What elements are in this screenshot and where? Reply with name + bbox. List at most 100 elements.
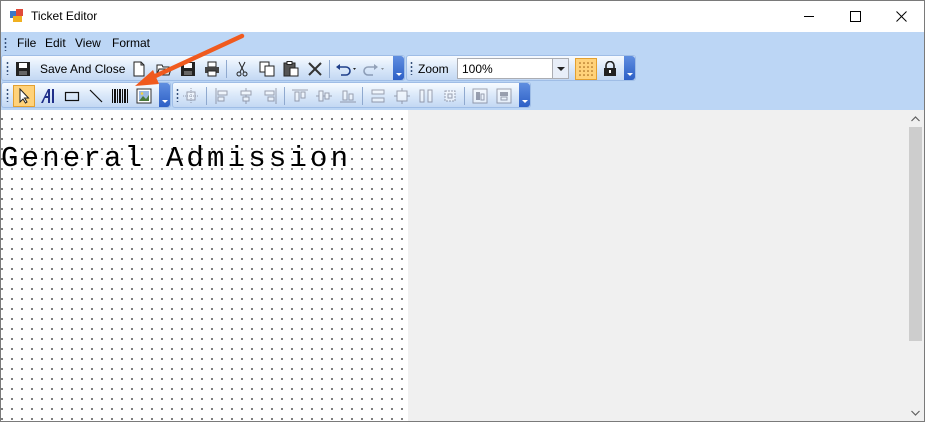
rectangle-icon — [64, 91, 80, 102]
make-same-height-button[interactable] — [416, 86, 436, 106]
toolbar-separator — [464, 87, 465, 105]
save-and-close-label[interactable]: Save And Close — [40, 62, 125, 76]
maximize-button[interactable] — [832, 1, 878, 32]
align-to-grid-button[interactable] — [181, 86, 201, 106]
scroll-thumb[interactable] — [909, 127, 922, 341]
scroll-up-button[interactable] — [907, 110, 924, 127]
cut-button[interactable] — [232, 59, 252, 79]
cut-icon — [236, 61, 248, 77]
chevron-up-icon — [911, 115, 920, 121]
toolstrip-panel: File Edit View Format Save And Close Zoo… — [1, 32, 924, 110]
toolbar-grip[interactable] — [410, 61, 413, 75]
menu-file[interactable]: File — [17, 36, 36, 50]
make-same-height-icon — [419, 89, 433, 103]
menu-edit[interactable]: Edit — [45, 36, 66, 50]
toolbar-overflow-button[interactable] — [519, 83, 530, 107]
send-to-back-icon — [496, 88, 512, 104]
bring-to-front-button[interactable] — [470, 86, 490, 106]
scroll-down-button[interactable] — [907, 404, 924, 421]
image-icon — [136, 88, 152, 104]
paste-icon — [283, 61, 299, 77]
toolbar-separator — [362, 87, 363, 105]
align-middle-icon — [316, 90, 332, 102]
close-icon — [895, 11, 907, 22]
design-surface-area: General Admission — [1, 110, 907, 421]
bring-to-front-icon — [472, 88, 488, 104]
menu-view[interactable]: View — [75, 36, 101, 50]
pointer-tool-button[interactable] — [13, 85, 35, 107]
text-icon — [41, 89, 54, 103]
delete-icon — [308, 62, 322, 76]
redo-icon — [363, 64, 384, 76]
align-middle-button[interactable] — [314, 86, 334, 106]
barcode-icon — [112, 89, 128, 103]
align-left-icon — [215, 88, 228, 104]
save-icon — [16, 62, 30, 76]
toolbar-grip[interactable] — [6, 88, 9, 102]
toolbar-separator — [284, 87, 285, 105]
align-left-button[interactable] — [212, 86, 232, 106]
barcode-tool-button[interactable] — [110, 86, 130, 106]
pointer-icon — [19, 88, 30, 104]
text-tool-button[interactable] — [38, 86, 58, 106]
line-tool-button[interactable] — [86, 86, 106, 106]
vertical-scrollbar[interactable] — [907, 110, 924, 421]
toolbar-grip[interactable] — [6, 61, 9, 75]
align-right-button[interactable] — [260, 86, 280, 106]
save-button[interactable] — [178, 59, 198, 79]
align-top-button[interactable] — [290, 86, 310, 106]
app-icon — [10, 9, 24, 23]
open-icon — [156, 64, 172, 76]
toolbar-overflow-button[interactable] — [159, 83, 170, 107]
ticket-text-element[interactable]: General Admission — [1, 142, 351, 175]
ticket-canvas[interactable]: General Admission — [1, 110, 408, 421]
align-top-icon — [292, 89, 308, 102]
paste-button[interactable] — [281, 59, 301, 79]
standard-toolbar: Save And Close — [1, 55, 405, 81]
chevron-down-icon — [911, 410, 920, 416]
new-button[interactable] — [129, 59, 149, 79]
undo-icon — [336, 64, 356, 76]
maximize-icon — [849, 11, 861, 22]
copy-button[interactable] — [257, 59, 277, 79]
save-icon — [181, 62, 195, 76]
delete-button[interactable] — [305, 59, 325, 79]
toolbar-overflow-button[interactable] — [393, 56, 404, 80]
zoom-combobox[interactable]: 100% — [457, 58, 569, 79]
minimize-button[interactable] — [786, 1, 832, 32]
align-center-icon — [240, 88, 252, 104]
align-right-icon — [264, 88, 277, 104]
size-to-grid-button[interactable] — [440, 86, 460, 106]
toolbar-grip[interactable] — [176, 88, 179, 102]
undo-button[interactable] — [334, 59, 360, 79]
save-and-close-button[interactable] — [13, 59, 33, 79]
make-same-width-button[interactable] — [368, 86, 388, 106]
chevron-down-icon[interactable] — [552, 59, 568, 78]
redo-button[interactable] — [362, 59, 388, 79]
toolbar-separator — [206, 87, 207, 105]
copy-icon — [259, 61, 275, 77]
menu-format[interactable]: Format — [112, 36, 150, 50]
menu-grip[interactable] — [4, 37, 7, 51]
print-button[interactable] — [202, 59, 222, 79]
send-to-back-button[interactable] — [494, 86, 514, 106]
layout-toolbar — [172, 82, 531, 108]
rectangle-tool-button[interactable] — [62, 86, 82, 106]
align-bottom-icon — [340, 90, 356, 103]
ticket-editor-window: Ticket Editor File Edit View Format Save… — [0, 0, 925, 422]
close-button[interactable] — [878, 1, 924, 32]
align-bottom-button[interactable] — [338, 86, 358, 106]
lock-button[interactable] — [600, 59, 620, 79]
make-same-size-button[interactable] — [392, 86, 412, 106]
toolbar-separator — [226, 60, 227, 78]
image-tool-button[interactable] — [134, 86, 154, 106]
zoom-label: Zoom — [418, 62, 449, 76]
align-center-button[interactable] — [236, 86, 256, 106]
zoom-value[interactable]: 100% — [462, 62, 493, 76]
open-button[interactable] — [154, 59, 174, 79]
make-same-width-icon — [371, 89, 385, 103]
title-bar: Ticket Editor — [1, 1, 924, 32]
align-to-grid-icon — [183, 88, 199, 104]
show-grid-button[interactable] — [575, 58, 597, 80]
toolbar-overflow-button[interactable] — [624, 56, 635, 80]
